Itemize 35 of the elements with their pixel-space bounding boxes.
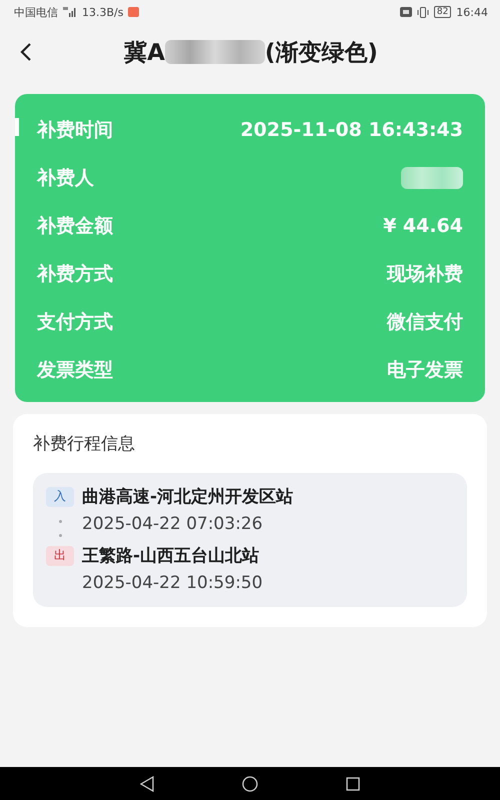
hd-icon — [400, 7, 412, 17]
network-speed: 13.3B/s — [82, 6, 124, 18]
page-title: 冀A — [124, 38, 165, 68]
detail-value: 微信支付 — [387, 310, 463, 335]
detail-label: 补费方式 — [37, 262, 113, 287]
battery-icon: 82 — [434, 6, 452, 18]
carrier-name: 中国电信 — [14, 4, 58, 20]
route-dot-icon — [58, 520, 62, 523]
stop-time: 2025-04-22 07:03:26 — [82, 514, 263, 536]
station-name: 曲港高速-河北定州开发区站 — [82, 486, 294, 508]
route-dot-icon — [58, 534, 62, 537]
detail-value: 现场补费 — [387, 262, 463, 287]
station-name: 王繁路-山西五台山北站 — [82, 545, 260, 567]
stop-badge: 入 — [46, 486, 74, 506]
detail-label: 补费金额 — [37, 214, 113, 239]
stop-badge: 出 — [46, 546, 74, 566]
back-nav-icon[interactable] — [140, 776, 154, 792]
signal-icon — [63, 7, 77, 17]
clock-time: 16:44 — [456, 6, 488, 18]
row-marker — [15, 118, 19, 136]
vibrate-icon — [416, 6, 429, 18]
detail-value: ¥ 44.64 — [383, 215, 463, 237]
notification-icon — [128, 7, 140, 17]
detail-label: 补费时间 — [37, 118, 113, 143]
section-title: 补费行程信息 — [33, 433, 136, 455]
detail-value: 电子发票 — [387, 358, 463, 383]
detail-label: 补费人 — [37, 166, 94, 191]
back-icon[interactable] — [20, 42, 32, 62]
detail-value: 2025-11-08 16:43:43 — [240, 119, 463, 141]
detail-label: 发票类型 — [37, 358, 113, 383]
page-title: (渐变绿色) — [264, 38, 378, 68]
home-nav-icon[interactable] — [242, 776, 258, 792]
detail-label: 支付方式 — [37, 310, 113, 335]
stop-time: 2025-04-22 10:59:50 — [82, 573, 263, 595]
recents-nav-icon[interactable] — [346, 776, 360, 790]
